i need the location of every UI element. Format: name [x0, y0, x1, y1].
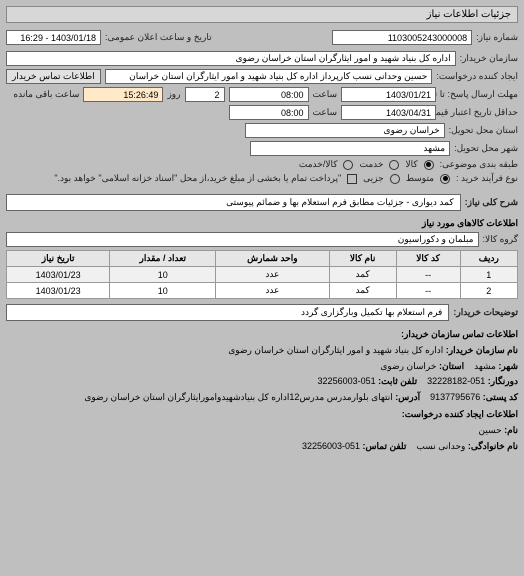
- table-row: 2 -- کمد عدد 10 1403/01/23: [7, 283, 518, 299]
- radio-goods-label: کالا: [405, 159, 417, 170]
- address-label: آدرس:: [395, 392, 420, 402]
- goods-section-label: اطلاعات کالاهای مورد نیاز: [6, 218, 518, 229]
- family-label: نام خانوادگی:: [468, 441, 518, 451]
- deadline-time: 08:00: [229, 87, 309, 102]
- radio-both-label: کالا/خدمت: [299, 159, 338, 170]
- contact-buyer-button[interactable]: اطلاعات تماس خریدار: [6, 69, 101, 84]
- footer-province: خراسان رضوی: [380, 361, 436, 371]
- fax-label: دورنگار:: [488, 376, 518, 386]
- footer-province-label: استان:: [439, 361, 464, 371]
- need-no-label: شماره نیاز:: [476, 32, 518, 43]
- org-value: اداره کل بنیاد شهید و امور ایثارگران است…: [228, 345, 443, 355]
- tel-label: تلفن تماس:: [363, 441, 407, 451]
- requester-label: ایجاد کننده درخواست:: [436, 71, 518, 82]
- validity-time: 08:00: [229, 105, 309, 120]
- name-label: نام:: [504, 425, 518, 435]
- remaining-time: 15:26:49: [83, 87, 163, 102]
- org-label: نام سازمان خریدار:: [446, 345, 518, 355]
- announce-label: تاریخ و ساعت اعلان عمومی:: [105, 32, 212, 43]
- col-code: کد کالا: [396, 251, 460, 267]
- phone-label: تلفن ثابت:: [378, 376, 417, 386]
- province-value: خراسان رضوی: [245, 123, 445, 138]
- radio-service[interactable]: [389, 160, 399, 170]
- need-desc-text: کمد دیواری - جزئیات مطابق فرم استعلام به…: [6, 194, 461, 211]
- classify-label: طبقه بندی موضوعی:: [440, 159, 518, 170]
- deadline-label: مهلت ارسال پاسخ: تا تاریخ:: [440, 89, 518, 100]
- announce-date-value: 1403/01/18 - 16:29: [6, 30, 101, 45]
- deadline-date: 1403/01/21: [341, 87, 436, 102]
- creator-title: اطلاعات ایجاد کننده درخواست:: [6, 407, 518, 421]
- time-label-1: ساعت: [313, 89, 338, 100]
- name-value: حسین: [478, 425, 501, 435]
- address-value: انتهای بلوارمدرس مدرس12اداره کل بنیادشهی…: [84, 392, 392, 402]
- buyer-notes-text: فرم استعلام بها تکمیل وبارگزاری گردد: [6, 304, 449, 321]
- family-value: وحدانی نسب: [416, 441, 465, 451]
- radio-medium-label: متوسط: [406, 173, 434, 184]
- remaining-label: ساعت باقی مانده: [13, 89, 79, 100]
- process-label: نوع فرآیند خرید :: [456, 173, 518, 184]
- radio-medium[interactable]: [440, 174, 450, 184]
- time-label-2: ساعت: [313, 107, 338, 118]
- col-date: تاریخ نیاز: [7, 251, 110, 267]
- days-left: 2: [185, 87, 225, 102]
- radio-both[interactable]: [343, 160, 353, 170]
- fax-value: 051-32228182: [427, 376, 485, 386]
- postal-label: کد پستی:: [483, 392, 518, 402]
- footer-city-label: شهر:: [498, 361, 518, 371]
- radio-goods[interactable]: [424, 160, 434, 170]
- validity-label: حداقل تاریخ اعتبار قیمت: تا تاریخ:: [440, 107, 518, 118]
- group-value: مبلمان و دکوراسیون: [6, 232, 479, 247]
- buyer-value: اداره کل بنیاد شهید و امور ایثارگران است…: [6, 51, 456, 66]
- days-left-label: روز: [167, 89, 180, 100]
- group-label: گروه کالا:: [483, 234, 518, 245]
- need-no-value: 1103005243000008: [332, 30, 472, 45]
- need-desc-label: شرح کلی نیاز:: [465, 197, 518, 208]
- col-row: ردیف: [460, 251, 517, 267]
- col-qty: تعداد / مقدار: [110, 251, 216, 267]
- city-value: مشهد: [250, 141, 450, 156]
- footer-city: مشهد: [474, 361, 496, 371]
- postal-value: 9137795676: [430, 392, 480, 402]
- tel-value: 051-32256003: [302, 441, 360, 451]
- buyer-label: سازمان خریدار:: [460, 53, 518, 64]
- requester-value: حسین وحدانی نسب کارپرداز اداره کل بنیاد …: [105, 69, 433, 84]
- goods-table: ردیف کد کالا نام کالا واحد شمارش تعداد /…: [6, 250, 518, 299]
- buyer-notes-label: توضیحات خریدار:: [453, 307, 518, 318]
- col-unit: واحد شمارش: [216, 251, 329, 267]
- radio-partial[interactable]: [390, 174, 400, 184]
- page-title: جزئیات اطلاعات نیاز: [6, 6, 518, 23]
- footer-title: اطلاعات تماس سازمان خریدار:: [6, 327, 518, 341]
- validity-date: 1403/04/31: [341, 105, 436, 120]
- process-note: "پرداخت تمام یا بخشی از مبلغ خرید،از محل…: [54, 173, 341, 184]
- treasury-checkbox[interactable]: [347, 174, 357, 184]
- province-label: استان محل تحویل:: [449, 125, 518, 136]
- phone-value: 051-32256003: [318, 376, 376, 386]
- city-label: شهر محل تحویل:: [454, 143, 518, 154]
- col-name: نام کالا: [329, 251, 396, 267]
- radio-service-label: خدمت: [359, 159, 383, 170]
- radio-partial-label: جزیی: [363, 173, 384, 184]
- table-row: 1 -- کمد عدد 10 1403/01/23: [7, 267, 518, 283]
